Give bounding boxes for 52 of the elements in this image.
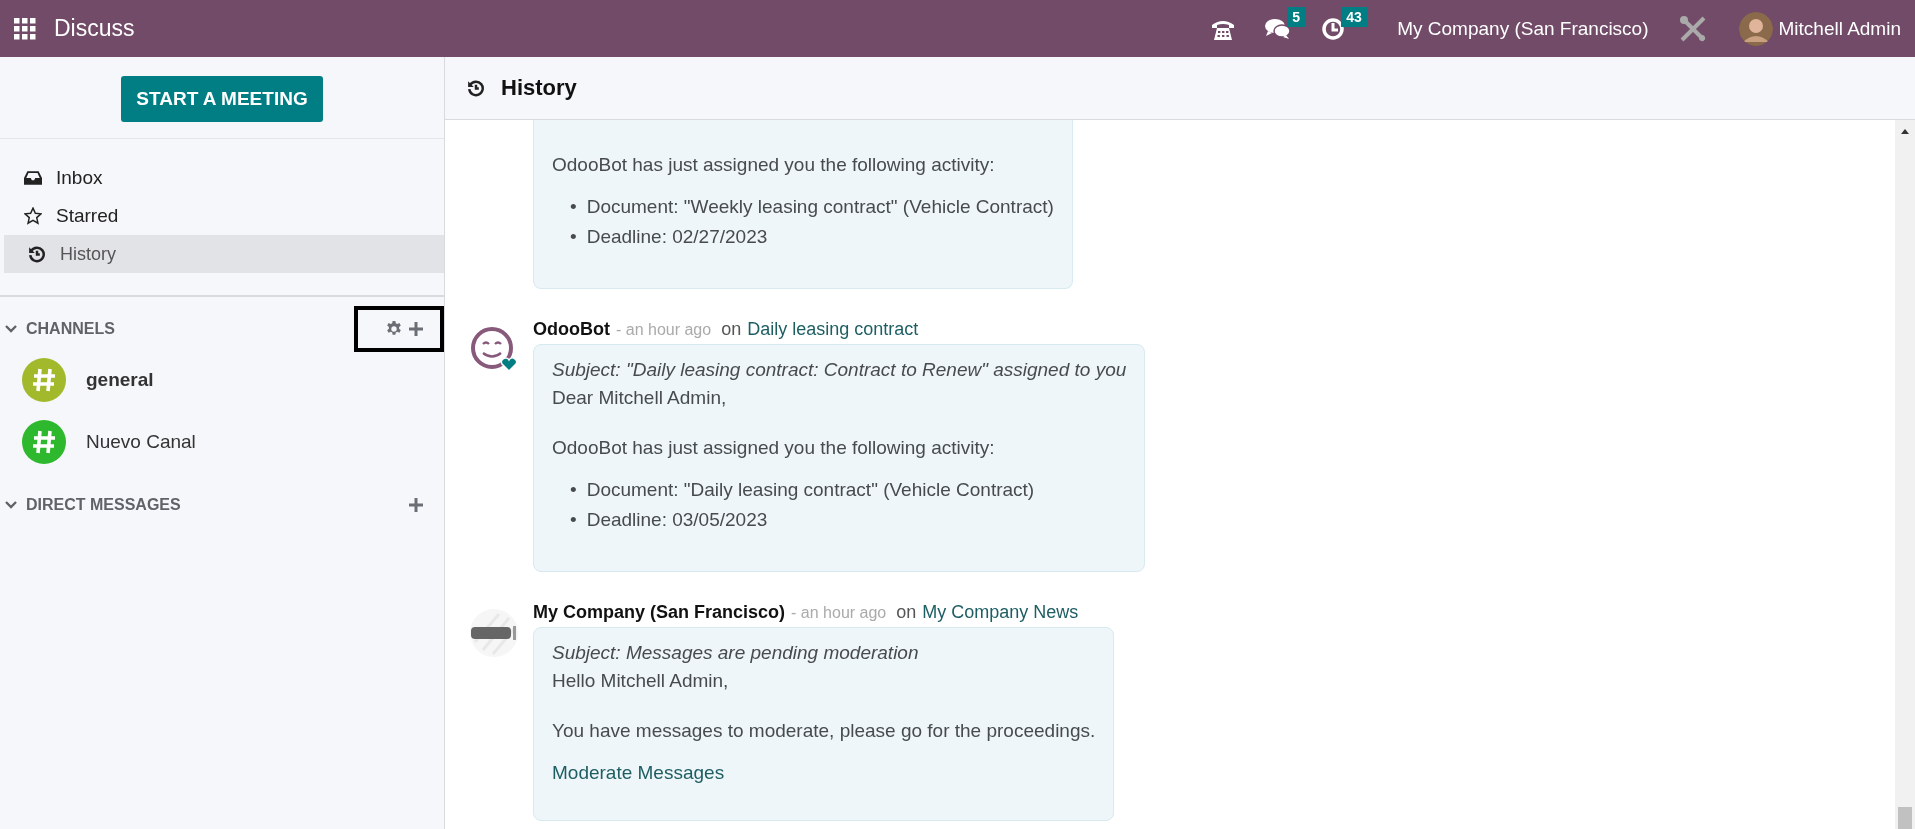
message-text: OdooBot has just assigned you the following activity: [552, 437, 996, 459]
activity-count-badge: 43 [1341, 6, 1367, 27]
mailbox-item[interactable]: Starred [0, 197, 444, 235]
message-text: You have messages to moderate, please go for the proceedings. [552, 720, 1096, 742]
message-subject: Subject: "Daily leasing contract: Contract to Renew" assigned to you [552, 359, 1127, 381]
mailbox-item[interactable]: History [4, 235, 444, 273]
clock-icon[interactable] [1321, 16, 1346, 41]
star-icon [24, 207, 42, 225]
list-item: Document: "Weekly leasing contract" (Vehicle Contract) [586, 195, 1054, 219]
on-label: on [896, 602, 917, 623]
channel-item[interactable]: Nuevo Canal [0, 411, 444, 473]
message-subject: Subject: Messages are pending moderation [552, 642, 920, 664]
bullet: • [570, 196, 577, 218]
message-author: My Company (San Francisco) [533, 602, 786, 623]
apps-menu-icon[interactable] [14, 17, 36, 40]
history-icon [467, 79, 485, 97]
record-link[interactable]: My Company News [922, 602, 1079, 623]
list-item: Deadline: 02/27/2023 [586, 225, 768, 249]
company-switcher[interactable]: My Company (San Francisco) [1397, 17, 1649, 40]
add-icon[interactable] [408, 321, 424, 337]
list-item: Document: "Daily leasing contract" (Vehicle Contract) [586, 478, 1035, 502]
moderate-link[interactable]: Moderate Messages [552, 762, 725, 784]
record-link[interactable]: Daily leasing contract [747, 319, 919, 340]
channel-item[interactable]: general [0, 349, 444, 411]
history-icon [28, 245, 46, 263]
bullet: • [570, 509, 577, 531]
start-meeting-button[interactable]: START A MEETING [121, 76, 323, 122]
section-title[interactable]: DIRECT MESSAGES [26, 496, 181, 514]
message-count-badge: 5 [1287, 6, 1305, 27]
bullet: • [570, 479, 577, 501]
add-icon[interactable] [408, 497, 424, 513]
bullet: • [570, 226, 577, 248]
section-title[interactable]: CHANNELS [26, 320, 115, 338]
thread-title: History [501, 75, 577, 101]
settings-icon[interactable] [386, 321, 402, 337]
app-title[interactable]: Discuss [54, 15, 135, 42]
message-text: OdooBot has just assigned you the following activity: [552, 154, 996, 176]
user-avatar[interactable] [1738, 11, 1773, 46]
message-greeting: Hello Mitchell Admin, [552, 670, 730, 692]
chat-icon[interactable] [1265, 16, 1292, 41]
list-item: Deadline: 03/05/2023 [586, 508, 768, 532]
message-greeting: Dear Mitchell Admin, [552, 387, 728, 409]
message-time: - an hour ago [616, 321, 712, 339]
inbox-icon [24, 169, 42, 187]
message-time: - an hour ago [791, 604, 887, 622]
mailbox-item[interactable]: Inbox [0, 159, 444, 197]
message-author: OdooBot [533, 319, 610, 340]
on-label: on [721, 319, 742, 340]
user-menu[interactable]: Mitchell Admin [1778, 17, 1901, 40]
scrollbar-thumb[interactable] [1898, 807, 1912, 829]
tools-icon[interactable] [1678, 14, 1707, 43]
scrollbar[interactable] [1895, 120, 1915, 829]
